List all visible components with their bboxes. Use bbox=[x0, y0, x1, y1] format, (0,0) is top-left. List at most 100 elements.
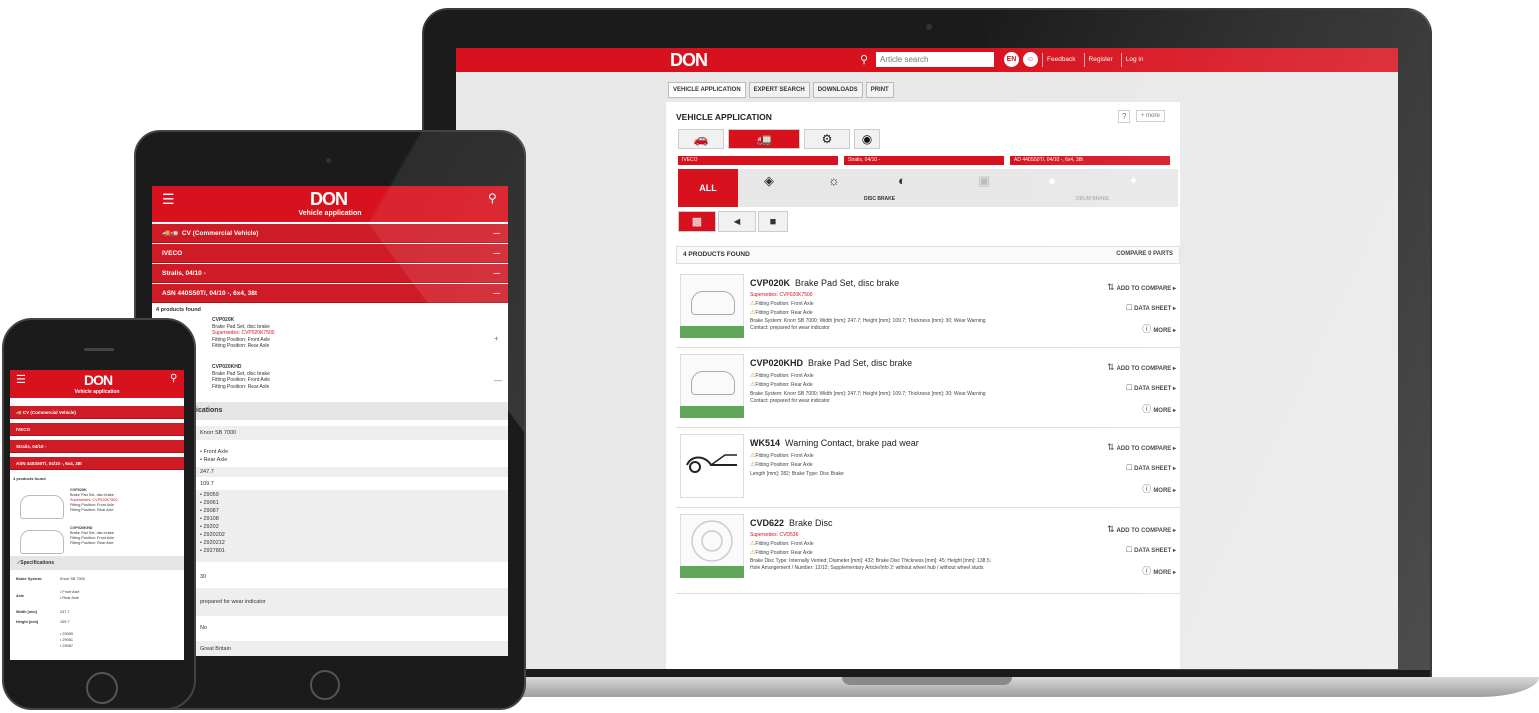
model-row[interactable]: Stralis, 04/10 - bbox=[10, 440, 184, 453]
specifications-header[interactable]: ∕ Specifications bbox=[10, 556, 184, 570]
spec-value: • 2920212 bbox=[200, 540, 225, 546]
accessory-category-icon[interactable]: ✦ bbox=[1128, 173, 1139, 189]
list-item[interactable]: CVP020KHD Brake Pad Set, disc brake Fitt… bbox=[70, 526, 114, 546]
hamburger-menu-icon[interactable]: ☰ bbox=[16, 373, 26, 386]
disc-brake-label: DISC BRAKE bbox=[864, 196, 896, 202]
axle-type-icon[interactable]: ⚙ bbox=[804, 129, 850, 149]
more-button[interactable]: ⓘ MORE ▸ bbox=[1142, 482, 1176, 495]
add-to-compare-button[interactable]: ⇅ ADD TO COMPARE ▸ bbox=[1107, 282, 1176, 293]
logo[interactable]: DON bbox=[310, 189, 348, 210]
product-image[interactable] bbox=[680, 434, 744, 498]
document-icon: □ bbox=[1126, 462, 1133, 472]
more-button[interactable]: ⓘ MORE ▸ bbox=[1142, 402, 1176, 415]
register-link[interactable]: Register bbox=[1083, 52, 1117, 67]
vehicle-category-row[interactable]: 🚚🚛 CV (Commercial Vehicle) — bbox=[152, 224, 508, 243]
add-to-compare-button[interactable]: ⇅ ADD TO COMPARE ▸ bbox=[1107, 442, 1176, 453]
spec-value: • 29059 bbox=[60, 632, 73, 636]
list-item[interactable]: CVP020K Brake Pad Set, disc brake Supers… bbox=[70, 488, 118, 513]
spec-value: 109.7 bbox=[60, 620, 70, 624]
user-icon[interactable]: ☺ bbox=[1023, 52, 1038, 67]
product-name[interactable]: Brake Disc bbox=[789, 518, 833, 528]
hamburger-menu-icon[interactable]: ☰ bbox=[162, 191, 175, 208]
fitting-rear: Fitting Position: Rear Axle bbox=[755, 382, 813, 388]
add-to-compare-button[interactable]: ⇅ ADD TO COMPARE ▸ bbox=[1107, 362, 1176, 373]
expand-icon[interactable]: + bbox=[494, 334, 499, 343]
truck-type-icon[interactable]: 🚛 bbox=[728, 129, 800, 149]
spec-label: Axle bbox=[16, 594, 25, 598]
spec-value: • 29061 bbox=[60, 638, 73, 642]
brake-pad-illustration[interactable] bbox=[20, 495, 64, 519]
product-code[interactable]: CVD622 bbox=[750, 518, 784, 528]
logo[interactable]: DON bbox=[670, 50, 708, 71]
model-row[interactable]: Stralis, 04/10 - — bbox=[152, 264, 508, 283]
tablet-home-button[interactable] bbox=[310, 670, 340, 700]
more-button[interactable]: ⓘ MORE ▸ bbox=[1142, 564, 1176, 577]
tab-downloads[interactable]: DOWNLOADS bbox=[812, 82, 863, 98]
language-icon[interactable]: EN bbox=[1004, 52, 1019, 67]
product-specs-2: Hole Arrangement / Number: 12/12; Supple… bbox=[750, 565, 984, 571]
more-button[interactable]: ⓘ MORE ▸ bbox=[1142, 322, 1176, 335]
availability-bar bbox=[680, 326, 744, 338]
logo[interactable]: DON bbox=[84, 372, 113, 388]
product-code[interactable]: CVP020K bbox=[750, 278, 790, 288]
data-sheet-button[interactable]: □ DATA SHEET ▸ bbox=[1127, 462, 1176, 472]
type-select[interactable]: AD 440S50T/, 04/10 -, 6x4, 38t bbox=[1010, 156, 1170, 165]
spec-value: Knorr SB 7000 bbox=[200, 430, 237, 436]
product-code[interactable]: WK514 bbox=[750, 438, 780, 448]
tab-vehicle-application[interactable]: VEHICLE APPLICATION bbox=[668, 82, 746, 98]
caliper-category-icon[interactable]: ☼ bbox=[828, 173, 840, 188]
product-name[interactable]: Warning Contact, brake pad wear bbox=[785, 438, 919, 448]
feedback-link[interactable]: Feedback bbox=[1042, 52, 1080, 67]
product-name[interactable]: Brake Pad Set, disc brake bbox=[795, 278, 899, 288]
compare-parts-link[interactable]: COMPARE 0 PARTS bbox=[1116, 251, 1173, 257]
spec-value: prepared for wear indicator bbox=[200, 599, 266, 605]
search-icon[interactable]: ⚲ bbox=[860, 53, 868, 66]
compare-icon: ⇅ bbox=[1106, 362, 1115, 372]
make-select[interactable]: IVECO bbox=[678, 156, 838, 165]
specifications-header[interactable]: ications bbox=[152, 402, 508, 420]
product-code[interactable]: CVP020KHD bbox=[750, 358, 803, 368]
brake-disc-type-icon[interactable]: ◉ bbox=[854, 129, 880, 149]
collapse-icon[interactable]: — bbox=[494, 376, 502, 385]
more-dropdown[interactable]: + more bbox=[1136, 110, 1165, 122]
fitting-rear: Fitting Position: Rear Axle bbox=[755, 550, 813, 556]
tab-expert-search[interactable]: EXPERT SEARCH bbox=[748, 82, 810, 98]
search-icon[interactable]: ⚲ bbox=[488, 191, 497, 205]
vehicle-category-row[interactable]: 🚚 CV (Commercial Vehicle) bbox=[10, 406, 184, 419]
list-item[interactable]: CVP020KHD Brake Pad Set, disc brake Fitt… bbox=[212, 364, 270, 390]
phone-speaker bbox=[84, 348, 114, 351]
make-row[interactable]: IVECO — bbox=[152, 244, 508, 263]
product-name[interactable]: Brake Pad Set, disc brake bbox=[808, 358, 912, 368]
rear-axle-icon[interactable]: ■ bbox=[758, 211, 788, 232]
front-axle-icon[interactable]: ◄ bbox=[718, 211, 756, 232]
login-link[interactable]: Log in bbox=[1120, 52, 1148, 67]
model-select[interactable]: Stralis, 04/10 - bbox=[844, 156, 1004, 165]
phone-home-button[interactable] bbox=[86, 672, 118, 704]
brake-pad-illustration[interactable] bbox=[20, 530, 64, 554]
category-all-button[interactable]: ALL bbox=[678, 169, 738, 207]
search-input[interactable] bbox=[876, 52, 994, 67]
drum-category-icon[interactable]: ● bbox=[1048, 173, 1056, 188]
spec-label: Brake System: bbox=[16, 577, 43, 581]
brake-pad-category-icon[interactable]: ◈ bbox=[764, 173, 774, 189]
type-row[interactable]: ASN 440S50T/, 04/10 -, 6x4, 38t bbox=[10, 457, 184, 470]
list-item[interactable]: CVP020K Brake Pad Set, disc brake Supers… bbox=[212, 317, 275, 350]
data-sheet-button[interactable]: □ DATA SHEET ▸ bbox=[1127, 382, 1176, 392]
car-type-icon[interactable]: 🚗 bbox=[678, 129, 724, 149]
type-row[interactable]: ASN 440S50T/, 04/10 -, 6x4, 38t — bbox=[152, 284, 508, 303]
search-icon[interactable]: ⚲ bbox=[170, 373, 177, 384]
shoe-category-icon[interactable]: ▣ bbox=[978, 173, 990, 189]
category-filter: ALL ◈ ☼ ◐ ▣ ● ✦ DISC BRAKE DRUM BRAKE bbox=[678, 169, 1178, 207]
help-button[interactable]: ? bbox=[1118, 110, 1131, 123]
tab-print[interactable]: PRINT bbox=[865, 82, 894, 98]
disc-category-icon[interactable]: ◐ bbox=[898, 173, 906, 188]
vehicle-application-panel: VEHICLE APPLICATION ? + more 🚗 🚛 ⚙ ◉ IVE… bbox=[666, 102, 1180, 669]
make-row[interactable]: IVECO bbox=[10, 423, 184, 436]
compare-icon: ⇅ bbox=[1106, 524, 1115, 534]
all-axles-icon[interactable]: ▩ bbox=[678, 211, 716, 232]
data-sheet-button[interactable]: □ DATA SHEET ▸ bbox=[1127, 302, 1176, 312]
add-to-compare-button[interactable]: ⇅ ADD TO COMPARE ▸ bbox=[1107, 524, 1176, 535]
data-sheet-button[interactable]: □ DATA SHEET ▸ bbox=[1127, 544, 1176, 554]
compare-icon: ⇅ bbox=[1106, 282, 1115, 292]
spec-label: Width [mm] bbox=[16, 610, 37, 614]
